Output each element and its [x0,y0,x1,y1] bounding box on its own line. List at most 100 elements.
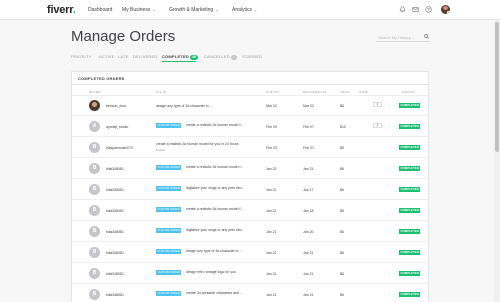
delivered-date: Jan 21 [303,167,314,171]
buyer-avatar[interactable]: B [89,142,100,153]
buyer-avatar[interactable]: B [89,268,100,279]
gig-title[interactable]: create a realistic 3d human model for yo… [156,142,248,146]
order-total: $6 [340,230,344,234]
due-date: Jan 22 [266,167,277,171]
order-total: $6 [340,104,344,108]
tab-late[interactable]: LATE [118,54,129,59]
status-badge: COMPLETED [399,292,421,297]
buyer-name[interactable]: bilal348081 [106,272,124,276]
header-total: TOTAL [340,90,351,94]
table-row[interactable]: Bbilal348081 CUSTOM ORDER create 3d printa… [72,285,428,302]
nav-growth-marketing[interactable]: Growth & Marketing ⌄ [169,7,219,13]
status-badge: COMPLETED [399,124,421,129]
tab-active[interactable]: ACTIVE [99,54,115,59]
table-row[interactable]: Bbilal348081 CUSTOM ORDER design any type … [72,243,428,263]
tab-priority[interactable]: PRIORITY [71,54,92,59]
gig-title[interactable]: create a realistic 3d human model f... [186,207,254,211]
table-row[interactable]: Bbilal348081 CUSTOM ORDER digitalize your … [72,222,428,242]
nav-my-business[interactable]: My Business ⌄ [122,7,156,13]
order-total: $6 [340,188,344,192]
active-tab-underline [162,61,196,62]
note-button[interactable]: 1 [373,123,382,128]
table-row[interactable]: Aayodeji_studio CUSTOM ORDER create a real… [72,117,428,137]
card-title: COMPLETED ORDERS [78,76,125,81]
status-badge: COMPLETED [399,250,421,255]
delivered-date: Jan 20 [303,230,314,234]
page-scrollbar[interactable] [494,20,500,302]
table-row[interactable]: Bbilalpakmusic070 create a realistic 3d h… [72,138,428,158]
fiverr-logo[interactable]: fiverr. [47,4,76,16]
gig-title[interactable]: design any type of 3d character in ... [156,104,248,108]
order-total: $6 [340,167,344,171]
gig-title[interactable]: create 3d printable characters and ... [186,291,254,295]
custom-order-tag: CUSTOM ORDER [156,165,182,170]
gig-title[interactable]: create a realistic 3d human model f... [186,123,254,127]
divider [72,84,428,85]
delivered-date: Jan 17 [303,188,314,192]
buyer-name[interactable]: bilal348081 [106,209,124,213]
buyer-name[interactable]: ayodeji_studio [106,125,128,129]
buyer-name[interactable]: bilal348081 [106,251,124,255]
gig-details-link[interactable]: Details [156,148,165,152]
completed-orders-card: COMPLETED ORDERS BUYER GIG ▼ DUE ON DELI… [71,71,429,302]
header-delivered-at: DELIVERED AT [303,90,327,94]
table-row[interactable]: Bbilal348081 CUSTOM ORDER create a realist… [72,159,428,179]
status-badge: COMPLETED [399,229,421,234]
tab-starred[interactable]: STARRED [242,54,262,59]
messages-icon[interactable] [412,6,419,13]
custom-order-tag: CUSTOM ORDER [156,270,182,275]
gig-title[interactable]: design any type of 3d character in ... [186,249,254,253]
nav-analytics[interactable]: Analytics ⌄ [232,7,257,13]
custom-order-tag: CUSTOM ORDER [156,123,182,128]
buyer-name[interactable]: benson_dom [106,104,126,108]
tab-delivered[interactable]: DELIVERED [133,54,157,59]
buyer-avatar[interactable]: B [89,289,100,300]
status-badge: COMPLETED [399,208,421,213]
delivered-date: Mar 02 [303,104,314,108]
delivered-date: Jan 21 [303,251,314,255]
buyer-avatar[interactable]: B [89,247,100,258]
gig-title[interactable]: digitalize your sings or any pets into..… [186,228,254,232]
order-total: $5 [340,209,344,213]
search-history-input[interactable]: Search My History... [376,33,430,42]
due-date: Feb 03 [266,146,277,150]
search-icon[interactable] [424,34,429,41]
buyer-name[interactable]: bilal348081 [106,293,124,297]
gig-title[interactable]: design retro vintage logo for you [186,270,254,274]
scrollbar-thumb[interactable] [495,22,499,152]
tab-cancelled[interactable]: CANCELLED 1 [204,54,237,60]
buyer-name[interactable]: bilalpakmusic070 [106,146,133,150]
buyer-avatar[interactable]: B [89,226,100,237]
note-button[interactable]: 1 [373,102,382,107]
buyer-avatar[interactable]: B [89,163,100,174]
buyer-name[interactable]: bilal348081 [106,230,124,234]
header-buyer: BUYER [89,90,101,94]
tab-completed[interactable]: COMPLETED 46 [162,54,199,60]
bell-icon[interactable] [399,6,406,13]
order-total: $6 [340,272,344,276]
due-date: Jan 21 [266,188,277,192]
due-date: Mar 02 [266,104,277,108]
gig-title[interactable]: digitalize your sings or any pets into..… [186,186,254,190]
buyer-name[interactable]: bilal348081 [106,167,124,171]
table-row[interactable]: benson_dom design any type of 3d characte… [72,96,428,116]
buyer-avatar[interactable]: B [89,184,100,195]
user-avatar[interactable] [441,5,450,14]
buyer-avatar[interactable]: A [89,121,100,132]
due-date: Jan 21 [266,251,277,255]
buyer-avatar[interactable]: B [89,205,100,216]
table-row[interactable]: Bbilal348081 CUSTOM ORDER digitalize your … [72,180,428,200]
table-row[interactable]: Bbilal348081 CUSTOM ORDER create a realist… [72,201,428,221]
chevron-down-icon: ⌄ [152,7,156,12]
order-total: $10 [340,125,346,129]
gig-title[interactable]: create a realistic 3d human model f... [186,165,254,169]
buyer-name[interactable]: bilal348081 [106,188,124,192]
custom-order-tag: CUSTOM ORDER [156,228,182,233]
due-date: Jan 21 [266,293,277,297]
table-row[interactable]: Bbilal348081 CUSTOM ORDER design retro vin… [72,264,428,284]
help-icon[interactable] [425,6,432,13]
status-badge: COMPLETED [399,271,421,276]
buyer-avatar[interactable] [89,100,100,111]
nav-dashboard[interactable]: Dashboard [88,7,112,13]
header-gig-sort[interactable]: GIG ▼ [156,90,166,94]
